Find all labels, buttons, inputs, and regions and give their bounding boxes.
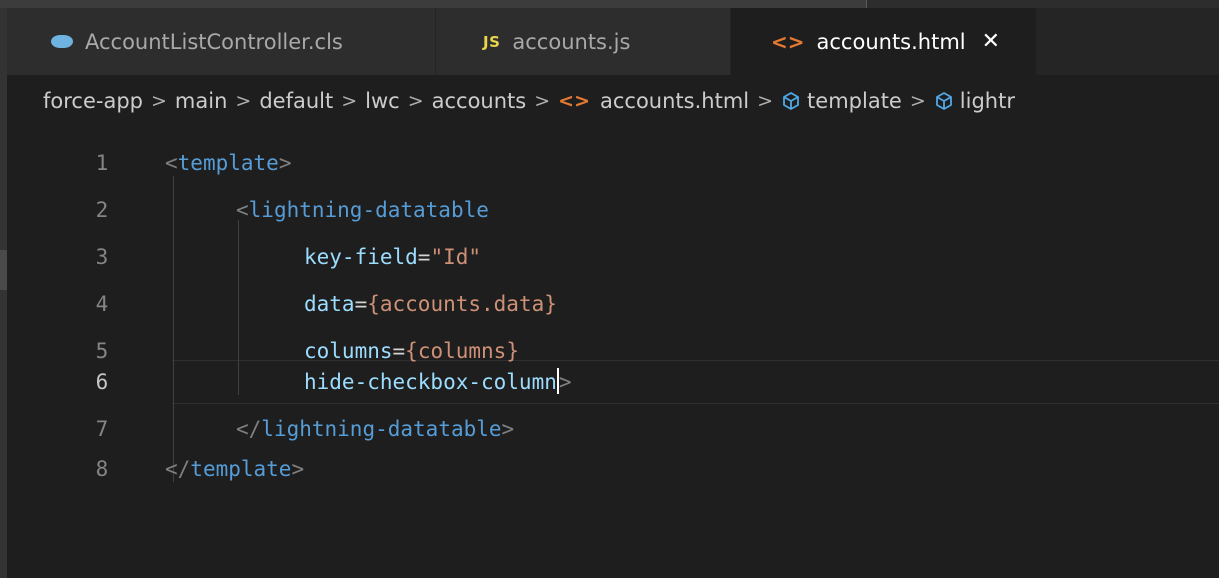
attribute-name: hide-checkbox-column xyxy=(304,370,557,394)
code-line[interactable]: 1 <template> xyxy=(7,142,1219,185)
chevron-right-icon: > xyxy=(534,89,551,112)
vscode-window: AccountListController.cls JS accounts.js… xyxy=(0,0,1219,578)
line-number: 4 xyxy=(95,292,109,316)
code-line[interactable]: 4 data={accounts.data} xyxy=(7,283,1219,326)
symbol-cube-icon xyxy=(934,91,954,111)
activity-bar-indicator xyxy=(0,250,7,290)
close-tab-icon[interactable]: ✕ xyxy=(982,29,1000,54)
code-line[interactable]: 3 key-field="Id" xyxy=(7,236,1219,279)
line-number: 7 xyxy=(95,417,109,441)
chevron-right-icon: > xyxy=(757,89,774,112)
line-number: 2 xyxy=(95,198,109,222)
code-line[interactable]: 2 <lightning-datatable xyxy=(7,189,1219,232)
tag-name: template xyxy=(190,457,292,481)
editor-tab-bar: AccountListController.cls JS accounts.js… xyxy=(7,8,1219,75)
tag-open-bracket: < xyxy=(165,151,178,175)
chevron-right-icon: > xyxy=(341,89,358,112)
tab-account-list-controller[interactable]: AccountListController.cls xyxy=(7,8,436,75)
breadcrumb-item-accounts-html[interactable]: accounts.html xyxy=(600,89,749,113)
breadcrumb-item-lightning[interactable]: lightr xyxy=(960,89,1015,113)
attribute-value: "Id" xyxy=(430,245,482,269)
tag-open-bracket: < xyxy=(236,198,249,222)
tag-open-bracket: </ xyxy=(236,417,262,441)
tab-accounts-html[interactable]: <> accounts.html ✕ xyxy=(731,8,1037,75)
equals-sign: = xyxy=(417,245,431,269)
chevron-right-icon: > xyxy=(407,89,424,112)
equals-sign: = xyxy=(392,339,406,363)
attribute-name: key-field xyxy=(304,245,418,269)
equals-sign: = xyxy=(354,292,368,316)
html-brackets-icon: <> xyxy=(558,89,590,112)
chevron-right-icon: > xyxy=(909,89,926,112)
tag-close-bracket: > xyxy=(291,457,305,481)
code-line[interactable]: 7 </lightning-datatable> xyxy=(7,408,1219,451)
attribute-name: data xyxy=(304,292,355,316)
tag-name: lightning-datatable xyxy=(261,417,502,441)
code-editor[interactable]: 1 <template> 2 <lightning-datatable 3 ke… xyxy=(7,132,1219,578)
tag-close-bracket: > xyxy=(501,417,515,441)
html-brackets-icon: <> xyxy=(771,29,805,54)
breadcrumb-item-main[interactable]: main xyxy=(175,89,227,113)
breadcrumb-item-lwc[interactable]: lwc xyxy=(365,89,400,113)
tab-label: accounts.html xyxy=(816,29,966,54)
attribute-value: {columns} xyxy=(405,339,519,363)
salesforce-cloud-icon xyxy=(51,35,73,48)
attribute-name: columns xyxy=(304,339,393,363)
tag-close-bracket: > xyxy=(558,370,572,394)
breadcrumb: force-app > main > default > lwc > accou… xyxy=(7,75,1219,126)
breadcrumb-item-force-app[interactable]: force-app xyxy=(43,89,143,113)
line-number: 8 xyxy=(95,457,109,481)
breadcrumb-item-template[interactable]: template xyxy=(807,89,902,113)
tag-close-bracket: > xyxy=(278,151,292,175)
line-number: 6 xyxy=(95,370,109,394)
chevron-right-icon: > xyxy=(235,89,252,112)
breadcrumb-item-default[interactable]: default xyxy=(259,89,333,113)
tag-open-bracket: </ xyxy=(165,457,191,481)
line-number: 3 xyxy=(95,245,109,269)
js-icon: JS xyxy=(483,32,501,51)
symbol-cube-icon xyxy=(781,91,801,111)
tab-label: accounts.js xyxy=(512,29,631,54)
code-line[interactable]: 8 </template> xyxy=(7,448,1219,491)
tag-name: lightning-datatable xyxy=(248,198,489,222)
breadcrumb-item-accounts[interactable]: accounts xyxy=(432,89,527,113)
tab-label: AccountListController.cls xyxy=(85,29,343,54)
attribute-value: {accounts.data} xyxy=(367,292,557,316)
tag-name: template xyxy=(177,151,279,175)
tab-accounts-js[interactable]: JS accounts.js xyxy=(436,8,731,75)
chevron-right-icon: > xyxy=(151,89,167,112)
code-line-active[interactable]: 6 hide-checkbox-column> xyxy=(7,361,1219,404)
activity-bar-edge xyxy=(0,8,7,578)
line-number: 1 xyxy=(95,151,109,175)
